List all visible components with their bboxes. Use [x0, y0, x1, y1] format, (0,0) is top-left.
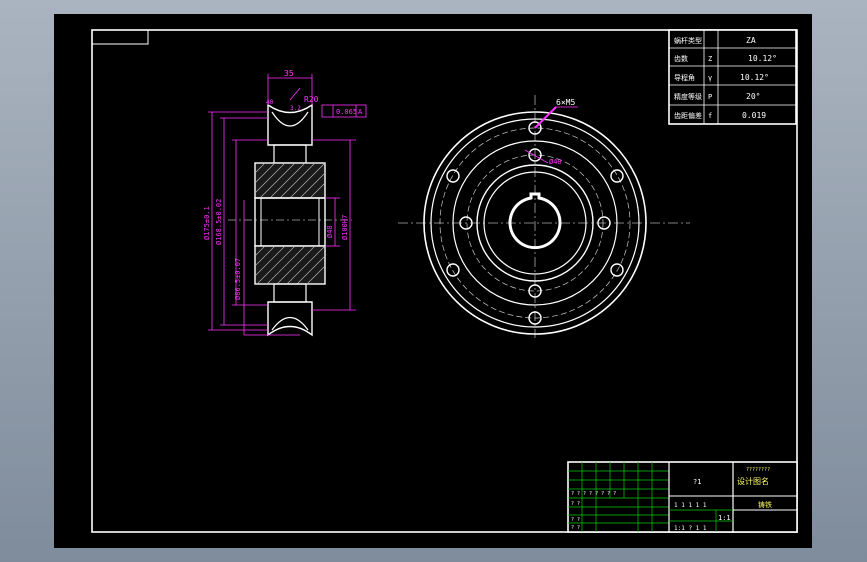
- tooth-arc-top: [271, 111, 309, 127]
- dim-width-top: 35: [284, 69, 294, 78]
- dim-center-dia: Ø100H7: [341, 215, 349, 240]
- title-school-line: ????????: [746, 467, 770, 473]
- param-value-5: 0.019: [742, 111, 766, 120]
- svg-text:? ? ? ? ? ? ? ?: ? ? ? ? ? ? ? ?: [571, 491, 616, 497]
- cad-drawing: 35 R20 0.065 A 40 3.2 Ø175±0.1 Ø168.5±0.…: [91, 29, 798, 533]
- dim-top-mid: 3.2: [290, 105, 301, 112]
- param-name-1: 蜗杆类型: [674, 36, 702, 45]
- param-sym-5: f: [708, 112, 712, 120]
- callout-leader-holes: [534, 106, 557, 129]
- svg-text:? ?: ? ?: [571, 517, 580, 523]
- front-view: 6×M5 Ø40: [398, 95, 690, 338]
- dim-hub-dia: Ø86.5±0.07: [234, 258, 242, 300]
- param-value-3: 10.12°: [740, 73, 769, 82]
- bolt-hole-3: [446, 169, 460, 183]
- param-name-2: 齿数: [674, 54, 688, 63]
- dim-tolerance-value: 0.065: [336, 108, 357, 116]
- param-value-4: 20°: [746, 92, 760, 101]
- title-sheet-info: 1 1 1 1 1: [674, 502, 707, 509]
- section-view: 35 R20 0.065 A 40 3.2 Ø175±0.1 Ø168.5±0.…: [203, 69, 367, 337]
- title-sheet-info2: 1:1 ? 1 1: [674, 525, 707, 532]
- bore: [254, 197, 326, 247]
- web-bottom: [273, 283, 307, 303]
- title-design-line: 设计图名: [737, 476, 769, 486]
- tooth-arc-bottom: [271, 316, 309, 331]
- param-value-2: 10.12°: [748, 54, 777, 63]
- dim-tip-dia: Ø168.5±0.02: [215, 199, 223, 245]
- param-name-4: 精度等级: [674, 92, 702, 101]
- dim-radius: R20: [304, 95, 319, 104]
- dim-datum: A: [358, 108, 363, 116]
- parameter-table: 蜗杆类型 ZA 齿数 Z 10.12° 导程角 γ 10.12° 精度等级 P …: [668, 29, 797, 125]
- bolt-hole-6: [610, 263, 624, 277]
- web-top: [273, 144, 307, 164]
- param-sym-4: P: [708, 93, 712, 101]
- corner-label-box: [91, 29, 149, 45]
- bolt-hole-4: [610, 169, 624, 183]
- svg-text:? ?: ? ?: [571, 525, 580, 531]
- bolt-hole-5: [446, 263, 460, 277]
- param-sym-3: γ: [708, 74, 712, 82]
- hub-bottom-hatched: [254, 245, 326, 285]
- dim-outer-dia: Ø175±0.1: [203, 206, 211, 240]
- callout-holes: 6×M5: [556, 98, 575, 107]
- param-value-1: ZA: [746, 36, 756, 45]
- title-scale: 1:1: [718, 514, 731, 522]
- dim-top-left: 40: [266, 99, 274, 106]
- param-name-3: 导程角: [674, 73, 695, 82]
- dim-bore-dia: Ø48: [326, 225, 334, 238]
- svg-text:? ?: ? ?: [571, 501, 580, 507]
- title-block: ? ? ? ? ? ? ? ? ? ? ? ? ? ? ?1 ???????? …: [567, 461, 798, 533]
- title-material: 铸铁: [758, 500, 772, 509]
- rim-bottom: [267, 301, 313, 337]
- title-part-center: ?1: [693, 478, 701, 486]
- param-name-5: 齿距偏差: [674, 111, 702, 120]
- dimension-lines: [208, 74, 356, 336]
- param-sym-2: Z: [708, 55, 712, 63]
- callout-circle: Ø40: [549, 158, 562, 166]
